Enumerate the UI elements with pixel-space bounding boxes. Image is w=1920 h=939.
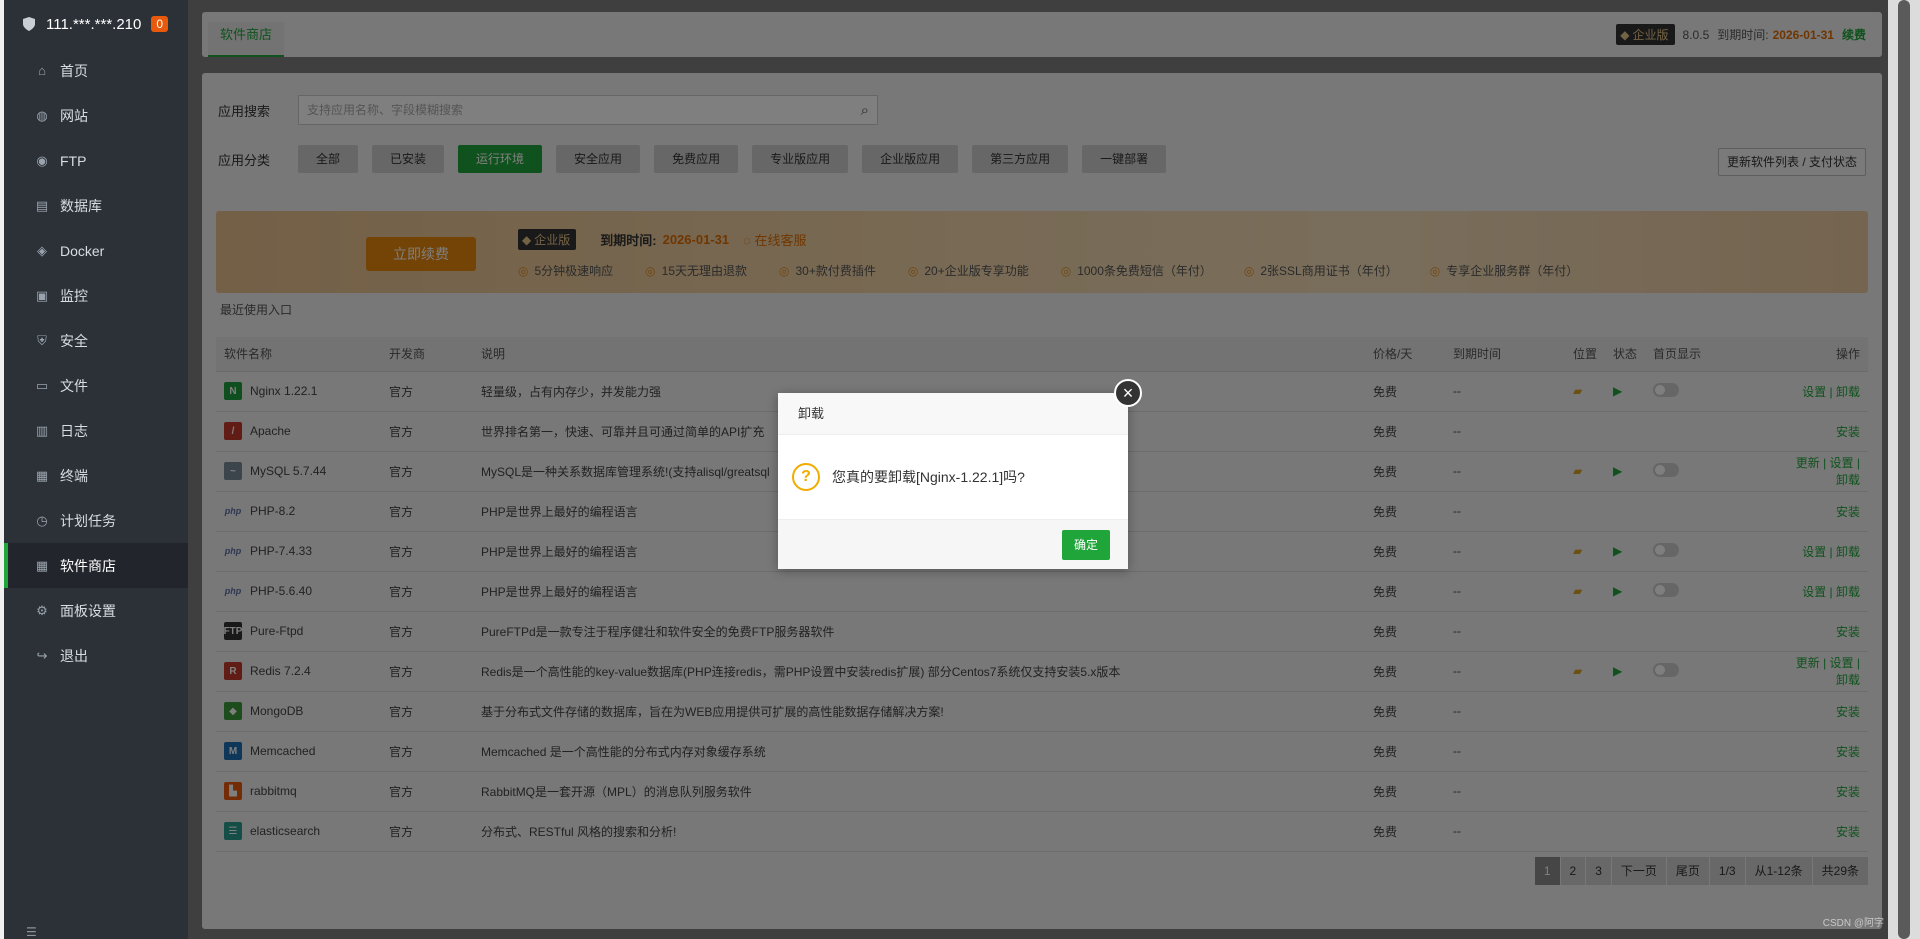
menu-icon: ▭: [35, 377, 49, 393]
sidebar-item-label: FTP: [60, 152, 87, 169]
dialog-footer: 确定: [778, 519, 1128, 569]
sidebar-item[interactable]: ◍ 网站: [4, 93, 188, 138]
sidebar-item[interactable]: ▦ 终端: [4, 453, 188, 498]
sidebar-item[interactable]: ⛨ 安全: [4, 318, 188, 363]
sidebar-item-label: 软件商店: [60, 557, 116, 574]
sidebar-item[interactable]: ◈ Docker: [4, 228, 188, 273]
sidebar-item[interactable]: ⌂ 首页: [4, 48, 188, 93]
sidebar-item-label: 首页: [60, 62, 88, 79]
sidebar-item[interactable]: ▤ 数据库: [4, 183, 188, 228]
watermark: CSDN @阿字: [1822, 918, 1884, 929]
menu-icon: ◈: [37, 242, 47, 258]
sidebar-item[interactable]: ▣ 监控: [4, 273, 188, 318]
menu-icon: ▦: [35, 557, 49, 573]
sidebar-item-label: 面板设置: [60, 602, 116, 619]
sidebar-item-label: 网站: [60, 107, 88, 124]
notification-badge[interactable]: 0: [151, 16, 169, 32]
server-host: 111.***.***.210: [46, 15, 142, 33]
menu-icon: ▤: [35, 197, 49, 213]
sidebar-item-label: Docker: [60, 242, 105, 259]
menu-icon: ⌂: [38, 63, 46, 78]
dialog-message: 您真的要卸载[Nginx-1.22.1]吗?: [832, 469, 1025, 485]
scrollbar-thumb[interactable]: [1898, 0, 1910, 939]
question-icon: ?: [792, 463, 820, 491]
scrollbar[interactable]: [1888, 0, 1920, 939]
menu-icon: ⛨: [37, 332, 47, 348]
sidebar-item-label: 日志: [60, 422, 88, 439]
sidebar-item[interactable]: ⚙ 面板设置: [4, 588, 188, 633]
sidebar-item-label: 退出: [60, 647, 88, 664]
dialog-title: 卸载: [778, 393, 1128, 435]
menu-icon: ⚙: [36, 602, 48, 618]
menu-icon: ▣: [35, 287, 49, 303]
menu-icon: ◍: [36, 107, 48, 123]
sidebar-item-label: 数据库: [60, 197, 102, 214]
sidebar-item[interactable]: ◷ 计划任务: [4, 498, 188, 543]
sidebar-item[interactable]: ▦ 软件商店: [4, 543, 188, 588]
menu-icon: ▥: [35, 422, 49, 438]
sidebar-item-label: 计划任务: [60, 512, 116, 529]
sidebar-item-label: 安全: [60, 332, 88, 349]
sidebar-item-label: 监控: [60, 287, 88, 304]
shield-icon: [23, 17, 35, 31]
sidebar-item-label: 终端: [60, 467, 88, 484]
sidebar-item[interactable]: ◉ FTP: [4, 138, 188, 183]
sidebar-item[interactable]: ▭ 文件: [4, 363, 188, 408]
sidebar-item[interactable]: ↪ 退出: [4, 633, 188, 678]
sidebar: 111.***.***.210 0 ⌂ 首页 ◍ 网站 ◉ FTP ▤ 数据库 ◈ Docker ▣…: [4, 0, 188, 939]
uninstall-dialog: 卸载 × ? 您真的要卸载[Nginx-1.22.1]吗? 确定: [778, 379, 1142, 569]
sidebar-menu: ⌂ 首页 ◍ 网站 ◉ FTP ▤ 数据库 ◈ Docker ▣ 监控 ⛨ 安全 ▭ 文件 ▥ 日志 ▦ 终端 ◷ 计划任…: [4, 48, 188, 678]
menu-icon: ↪: [36, 647, 48, 663]
menu-icon: ◉: [36, 152, 48, 168]
server-header: 111.***.***.210 0: [4, 0, 188, 48]
menu-icon: ◷: [36, 512, 48, 528]
menu-icon: ▦: [35, 467, 49, 483]
close-icon[interactable]: ×: [1114, 379, 1142, 407]
sidebar-item[interactable]: ▥ 日志: [4, 408, 188, 453]
sidebar-item-label: 文件: [60, 377, 88, 394]
sidebar-footer: ☰: [26, 925, 37, 939]
confirm-button[interactable]: 确定: [1062, 530, 1110, 560]
dialog-body: ? 您真的要卸载[Nginx-1.22.1]吗?: [778, 435, 1128, 519]
